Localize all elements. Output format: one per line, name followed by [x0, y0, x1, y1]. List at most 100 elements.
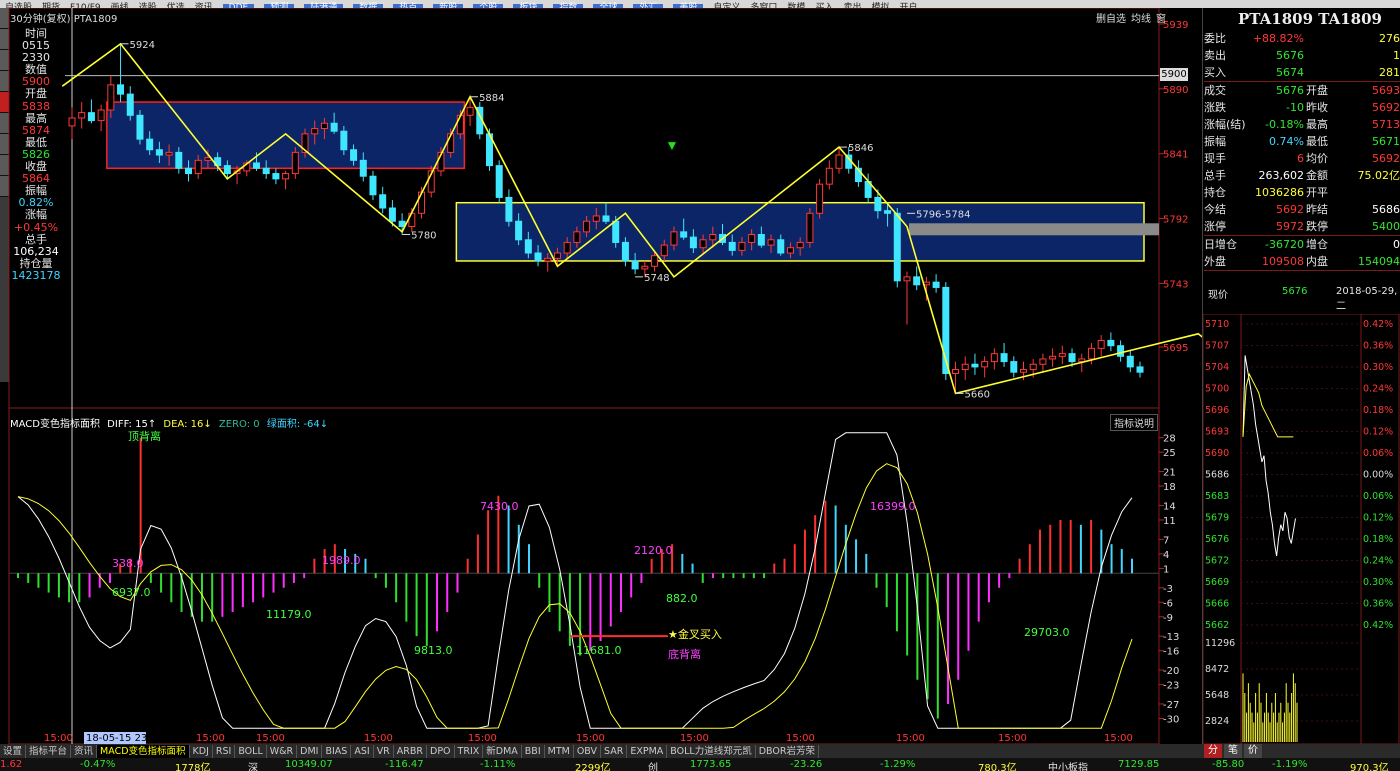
status-item: 2299亿 [575, 763, 611, 771]
indicator-tab[interactable]: BOLL [235, 745, 267, 758]
right-tabs: 分笔价 [1204, 744, 1264, 758]
top-button[interactable]: 窗 [1156, 14, 1166, 25]
quote-value-2: 5713 [1372, 118, 1400, 131]
candle-body [1136, 366, 1144, 373]
quote-value: 5674 [1276, 66, 1304, 79]
candle-body [1126, 355, 1134, 368]
candle-body [573, 231, 581, 243]
macd-y-tick-label: -13 [1163, 632, 1179, 643]
indicator-tab[interactable]: 指标平台 [26, 745, 72, 758]
candle-body [602, 215, 610, 222]
indicator-help-button[interactable]: 指标说明 [1110, 414, 1158, 431]
indicator-tab[interactable]: BIAS [322, 745, 352, 758]
info-row: +0.45% [13, 220, 59, 234]
status-item: -1.29% [880, 759, 916, 770]
quote-row: 现手 6 均价 5692 [1204, 150, 1400, 167]
quote-value-2: 1 [1393, 49, 1400, 62]
macd-annotation: 11179.0 [266, 608, 312, 621]
indicator-tab[interactable]: 设置 [0, 745, 27, 758]
price-annotation: 5748 [644, 273, 669, 284]
macd-y-tick-label: 28 [1163, 434, 1176, 445]
candle-body [884, 210, 892, 214]
tick-right-label: 0.30% [1363, 362, 1393, 373]
indicator-tab[interactable]: BOLL力道线郑元凯 [667, 745, 756, 758]
x-tick-label: 15:00 [196, 733, 225, 744]
indicator-tab[interactable]: 资讯 [71, 745, 98, 758]
right-tab[interactable]: 笔 [1224, 744, 1242, 758]
candle-body [340, 130, 348, 151]
tick-frame [1203, 314, 1400, 744]
quote-row: 振幅 0.74% 最低 5671 [1204, 133, 1400, 150]
quote-row: 涨幅(结) -0.18% 最高 5713 [1204, 116, 1400, 133]
indicator-tab[interactable]: MACD变色指标面积 [97, 745, 190, 758]
status-item: 创 [648, 763, 658, 771]
indicator-tab[interactable]: KDJ [190, 745, 213, 758]
quote-label-2: 内盘 [1306, 255, 1328, 268]
candle-body [350, 149, 358, 161]
candle-body [1097, 339, 1105, 349]
candle-body [709, 233, 717, 241]
macd-annotation: 7430.0 [480, 500, 519, 513]
quote-value: 5972 [1276, 220, 1304, 233]
indicator-tab[interactable]: ASI [351, 745, 374, 758]
macd-y-tick-label: -6 [1163, 598, 1173, 609]
quote-row: 卖出 5676 1 [1204, 47, 1400, 64]
tick-right-label: 0.18% [1363, 534, 1393, 545]
diff-line [17, 432, 1133, 729]
status-bar: 1.62 -0.47% 1778亿 深 10349.07 -116.47 -1.11% 229… [0, 758, 1400, 771]
indicator-tab[interactable]: VR [374, 745, 394, 758]
macd-annotation: ★金叉买入 [668, 627, 722, 641]
macd-annotation: 顶背离 [128, 429, 161, 443]
tick-left-label: 5666 [1205, 599, 1229, 610]
right-tab[interactable]: 价 [1244, 744, 1262, 758]
tick-right-label: 0.36% [1363, 599, 1393, 610]
candle-body [631, 260, 639, 270]
candle-body [291, 151, 299, 175]
macd-annotation: 882.0 [666, 592, 698, 605]
indicator-tab[interactable]: SAR [601, 745, 628, 758]
quote-label-2: 昨收 [1306, 101, 1328, 114]
quote-label: 总手 [1204, 169, 1226, 182]
candle-body [651, 255, 659, 267]
tick-avg-line [1242, 372, 1294, 438]
candle-body [1010, 361, 1018, 373]
indicator-tab[interactable]: BBI [522, 745, 545, 758]
indicator-tab[interactable]: 新DMA [483, 745, 522, 758]
right-tab[interactable]: 分 [1204, 744, 1222, 758]
indicator-tab[interactable]: OBV [574, 745, 602, 758]
candle-body [165, 151, 173, 156]
top-button[interactable]: 删自选 [1096, 14, 1126, 25]
indicator-tab[interactable]: W&R [267, 745, 298, 758]
info-panel: 时间 0515 2330 数值 5900 开盘 5838 最高 5874 最低 5826 收盘 5864… [10, 27, 62, 282]
info-row: 106,234 [13, 244, 59, 258]
status-item: 780.3亿 [978, 763, 1017, 771]
tick-left-label: 5704 [1205, 362, 1229, 373]
indicator-tab[interactable]: MTM [545, 745, 574, 758]
indicator-tab[interactable]: EXPMA [627, 745, 668, 758]
indicator-tab[interactable]: DBOR岩芳荣 [756, 745, 819, 758]
indicator-tab[interactable]: ARBR [394, 745, 428, 758]
candle-body [359, 159, 367, 177]
quote-value-2: 75.02亿 [1357, 169, 1400, 182]
candle-body [320, 122, 328, 130]
candle-body [553, 252, 561, 259]
quote-value-2: 276 [1379, 32, 1400, 45]
indicator-tabs: 设置 指标平台 资讯 MACD变色指标面积 KDJ RSI BOLL W&R DMI BIAS AS… [0, 744, 1400, 758]
info-row: 最高 [25, 111, 47, 125]
indicator-tab[interactable]: DMI [297, 745, 323, 758]
quote-value-2: 5692 [1372, 152, 1400, 165]
candle-body [699, 239, 707, 249]
quote-row: 买入 5674 281 [1204, 64, 1400, 82]
top-button[interactable]: 均线 [1131, 14, 1151, 25]
x-tick-label: 15:00 [44, 733, 73, 744]
indicator-tab[interactable]: DPO [427, 745, 455, 758]
indicator-tab[interactable]: RSI [213, 745, 236, 758]
quote-value: -36720 [1265, 238, 1304, 251]
macd-annotation: 9813.0 [414, 644, 453, 657]
candle-body [282, 173, 290, 180]
candle-body [1117, 345, 1125, 357]
indicator-tab[interactable]: TRIX [455, 745, 484, 758]
candle-body [728, 241, 736, 251]
dea-line [17, 463, 1133, 729]
signal-arrow-icon [667, 142, 676, 151]
